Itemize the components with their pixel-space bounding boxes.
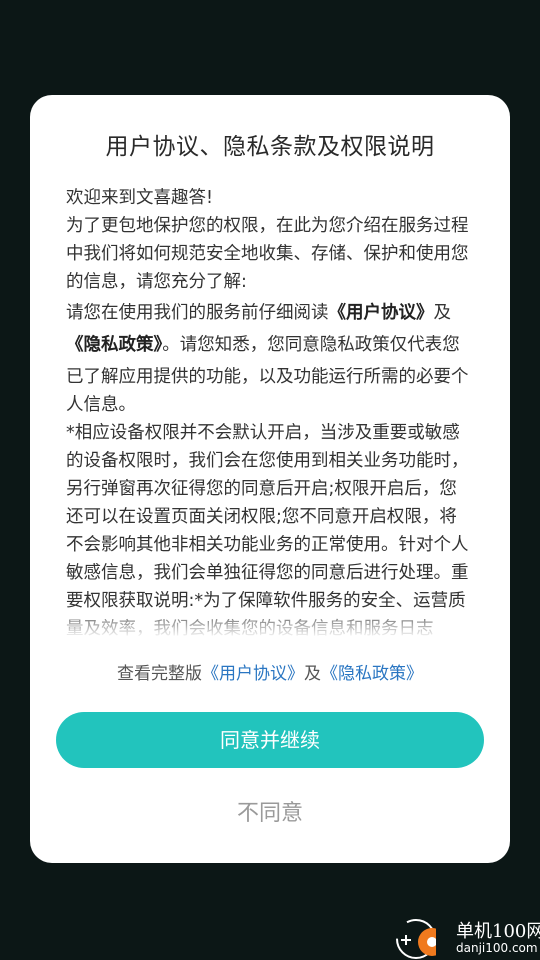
agreement-text-scroll[interactable]: 欢迎来到文喜趣答! 为了更包地保护您的权限，在此为您介绍在服务过程中我们将如何规… bbox=[66, 184, 470, 636]
privacy-policy-link[interactable]: 《隐私政策》 bbox=[321, 664, 423, 684]
site-watermark: 单机100网 danji100.com bbox=[392, 915, 540, 960]
privacy-policy-inline-link[interactable]: 《隐私政策》 bbox=[66, 335, 162, 355]
watermark-logo-icon bbox=[396, 919, 436, 959]
read-notice-prefix: 请您在使用我们的服务前仔细阅读 bbox=[66, 303, 329, 323]
user-agreement-link[interactable]: 《用户协议》 bbox=[202, 664, 304, 684]
read-notice-text: 请您在使用我们的服务前仔细阅读《用户协议》及 《隐私政策》。请您知悉，您同意隐私政… bbox=[66, 299, 470, 419]
disagree-button[interactable]: 不同意 bbox=[0, 795, 540, 827]
watermark-name: 单机100网 bbox=[456, 921, 540, 942]
user-agreement-inline-link[interactable]: 《用户协议》 bbox=[329, 303, 434, 323]
scroll-fade bbox=[60, 606, 480, 638]
intro-text: 为了更包地保护您的权限，在此为您介绍在服务过程中我们将如何规范安全地收集、存储、… bbox=[66, 216, 469, 292]
permission-text: *相应设备权限并不会默认开启，当涉及重要或敏感的设备权限时，我们会在您使用到相关… bbox=[66, 423, 469, 636]
full-version-line: 查看完整版《用户协议》及《隐私政策》 bbox=[0, 659, 540, 684]
watermark-url: danji100.com bbox=[456, 941, 538, 955]
dialog-title: 用户协议、隐私条款及权限说明 bbox=[105, 134, 435, 160]
agree-continue-button[interactable]: 同意并继续 bbox=[56, 712, 484, 768]
and-text: 及 bbox=[433, 303, 452, 323]
welcome-text: 欢迎来到文喜趣答! bbox=[66, 188, 214, 208]
full-version-prefix: 查看完整版 bbox=[117, 664, 202, 684]
full-version-and: 及 bbox=[304, 664, 321, 684]
